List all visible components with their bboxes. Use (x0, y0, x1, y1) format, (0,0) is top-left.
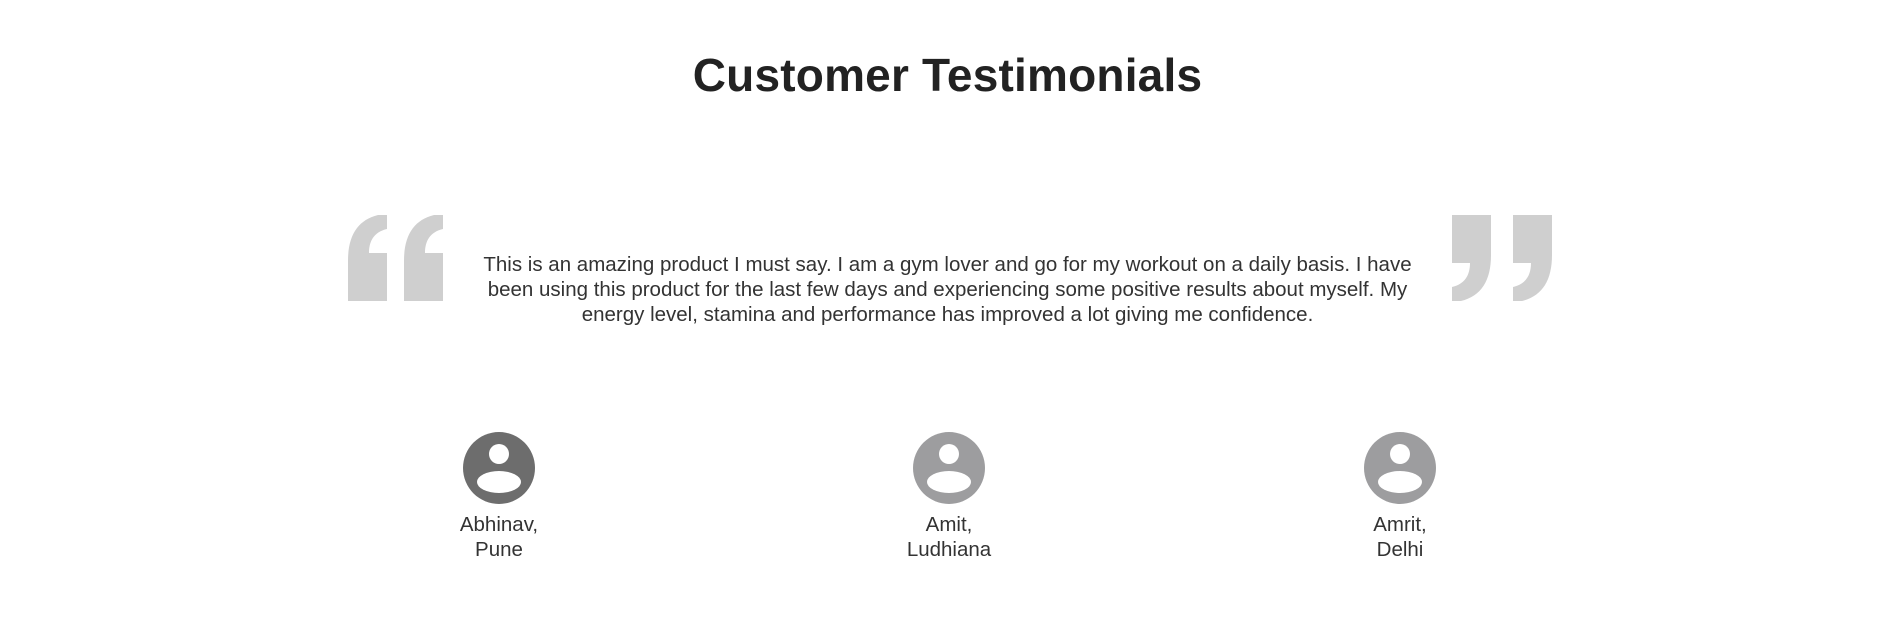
close-quote-icon (1452, 215, 1552, 301)
customer-tab-amit[interactable]: Amit, Ludhiana (849, 432, 1049, 562)
customer-city: Delhi (1376, 538, 1424, 561)
user-avatar-icon (1364, 432, 1436, 504)
testimonial-text: This is an amazing product I must say. I… (483, 253, 1412, 326)
testimonials-section: Customer Testimonials This is an amazing… (0, 0, 1895, 626)
customer-city: Ludhiana (906, 538, 992, 561)
open-quote-icon (348, 215, 443, 301)
user-avatar-icon (913, 432, 985, 504)
customer-name: Abhinav, (459, 513, 539, 536)
user-avatar-icon (463, 432, 535, 504)
customer-selector: Abhinav, Pune Amit, Ludhiana Amrit, Delh… (0, 432, 1895, 572)
section-title: Customer Testimonials (692, 49, 1203, 101)
customer-name: Amrit, (1373, 513, 1427, 536)
customer-city: Pune (475, 538, 523, 561)
customer-name: Amit, (925, 513, 973, 536)
customer-tab-amrit[interactable]: Amrit, Delhi (1300, 432, 1500, 562)
customer-tab-abhinav[interactable]: Abhinav, Pune (399, 432, 599, 562)
